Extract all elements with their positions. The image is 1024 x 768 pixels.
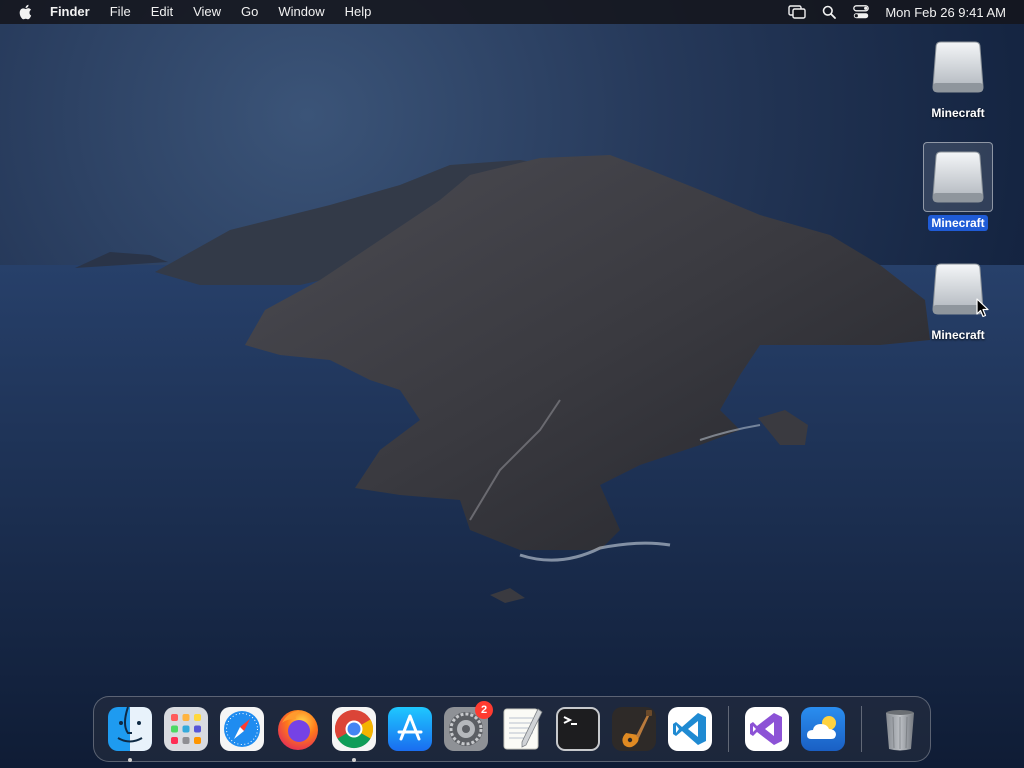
vscode-icon (668, 707, 712, 751)
dock: 2 (93, 696, 931, 762)
terminal-icon (556, 707, 600, 751)
app-store-icon (388, 707, 432, 751)
dock-app-terminal[interactable] (554, 705, 602, 753)
dock-app-visual-studio[interactable] (743, 705, 791, 753)
textedit-icon (503, 708, 543, 750)
trash-icon (886, 710, 914, 751)
drive-label: Minecraft (928, 215, 988, 231)
apple-menu-icon[interactable] (18, 3, 34, 21)
menu-view[interactable]: View (183, 0, 231, 24)
dock-separator (728, 706, 729, 752)
dock-app-weather[interactable] (799, 705, 847, 753)
desktop-drive-minecraft-1[interactable]: Minecraft (916, 32, 1000, 132)
dock-app-app-store[interactable] (386, 705, 434, 753)
notification-badge: 2 (475, 701, 493, 719)
screen-mirroring-icon[interactable] (786, 0, 808, 24)
menu-bar-clock[interactable]: Mon Feb 26 9:41 AM (885, 5, 1006, 20)
finder-icon (108, 706, 152, 751)
menu-file[interactable]: File (100, 0, 141, 24)
menu-help[interactable]: Help (335, 0, 382, 24)
visual-studio-icon (745, 707, 789, 751)
control-center-icon[interactable] (850, 0, 872, 24)
dock-separator (861, 706, 862, 752)
menu-edit[interactable]: Edit (141, 0, 183, 24)
launchpad-icon (164, 707, 208, 751)
external-drive-icon (932, 41, 984, 93)
spotlight-search-icon[interactable] (818, 0, 840, 24)
dock-app-textedit[interactable] (498, 705, 546, 753)
drive-label: Minecraft (931, 328, 985, 342)
dock-app-vscode[interactable] (666, 705, 714, 753)
weather-icon (801, 707, 845, 751)
menu-app-finder[interactable]: Finder (34, 0, 100, 24)
dock-app-launchpad[interactable] (162, 705, 210, 753)
dock-app-garageband[interactable] (610, 705, 658, 753)
chrome-icon (332, 707, 376, 751)
menu-bar: Finder File Edit View Go Window Help Mon… (0, 0, 1024, 24)
garageband-icon (612, 707, 656, 751)
dock-app-trash[interactable] (876, 705, 924, 753)
desktop-drive-minecraft-2[interactable]: Minecraft (916, 142, 1000, 242)
drive-label: Minecraft (931, 106, 985, 120)
running-indicator (128, 758, 132, 762)
menu-window[interactable]: Window (268, 0, 334, 24)
dock-app-safari[interactable] (218, 705, 266, 753)
running-indicator (352, 758, 356, 762)
external-drive-icon (932, 151, 984, 203)
dock-app-chrome[interactable] (330, 705, 378, 762)
dock-app-finder[interactable] (106, 705, 154, 762)
menu-go[interactable]: Go (231, 0, 268, 24)
firefox-icon (278, 710, 318, 750)
desktop-wallpaper (0, 155, 1024, 768)
dock-app-system-settings[interactable]: 2 (442, 701, 493, 753)
safari-icon (220, 707, 264, 751)
mouse-pointer-icon (976, 298, 989, 318)
dock-app-firefox[interactable] (274, 705, 322, 753)
